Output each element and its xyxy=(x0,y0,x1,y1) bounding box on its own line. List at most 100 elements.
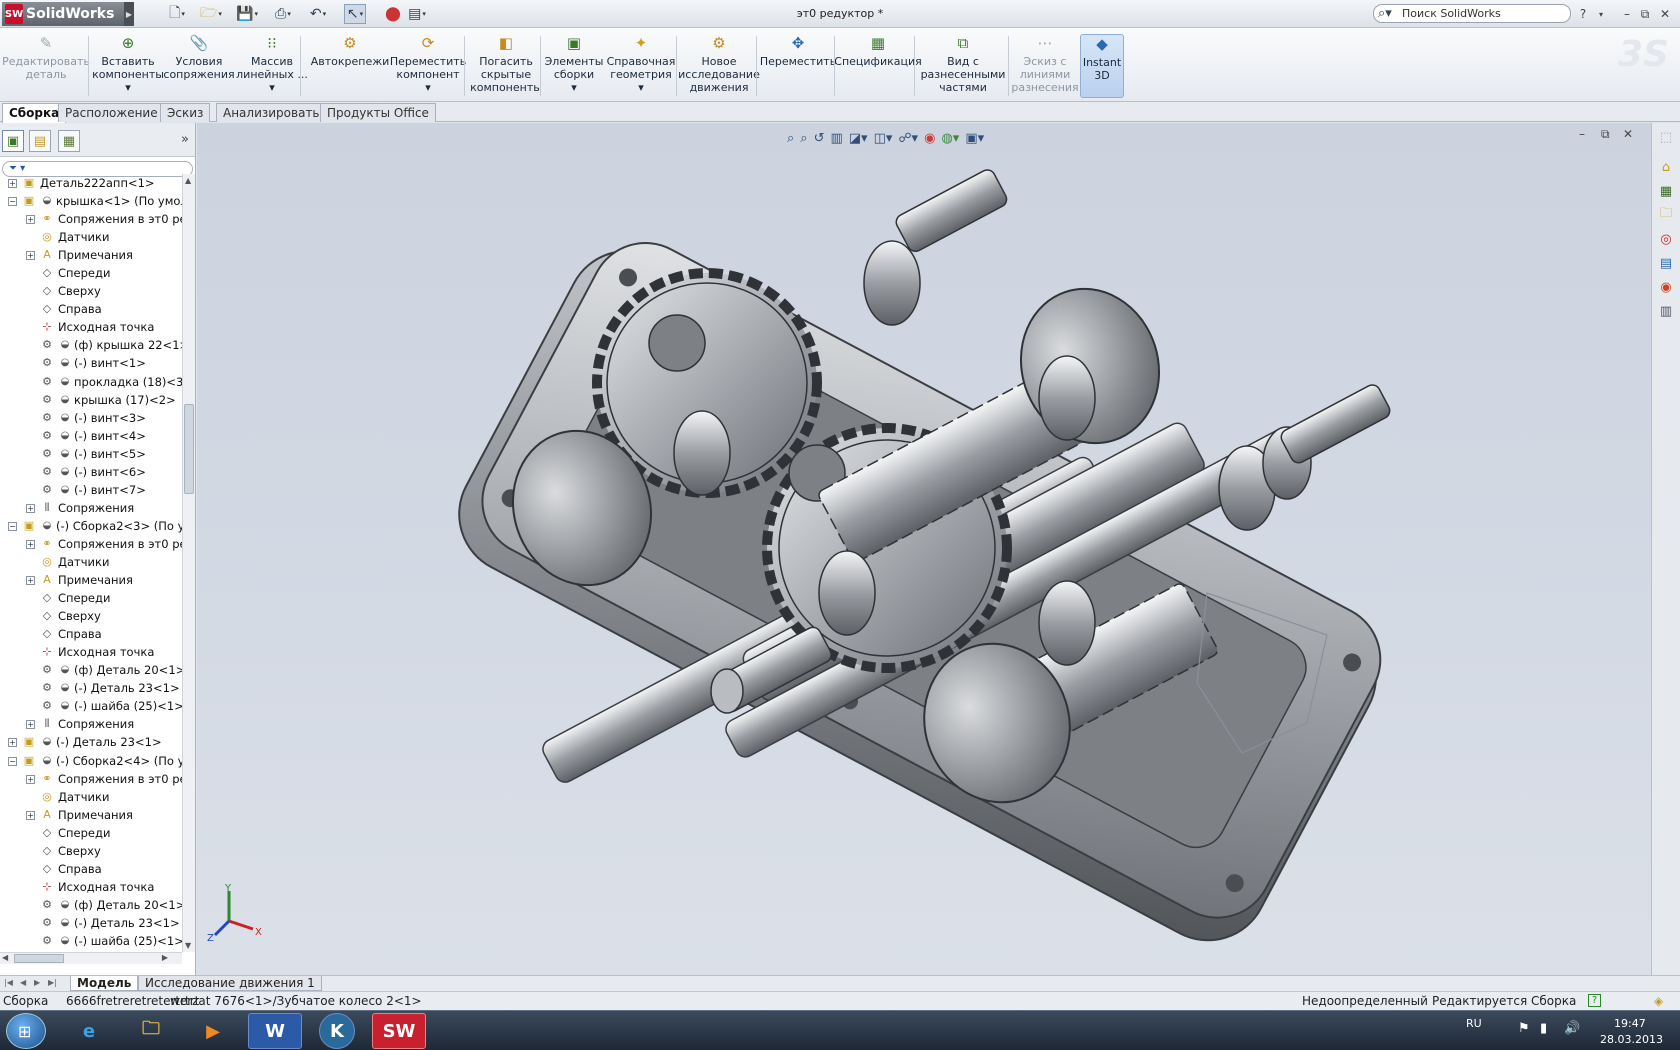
scroll-thumb[interactable] xyxy=(184,404,194,494)
tree-item[interactable]: ⚙ ◒ (-) Деталь 23<1> xyxy=(0,914,182,932)
next-tab-icon[interactable]: ▶ xyxy=(34,978,40,987)
tree-item[interactable]: ⊹ Исходная точка xyxy=(0,643,182,661)
tree-item[interactable]: + A Примечания xyxy=(0,246,182,264)
tab-4[interactable]: Продукты Office xyxy=(320,103,436,122)
help-dropdown-icon[interactable]: ▾ xyxy=(1592,5,1610,23)
exploded-view-button[interactable]: ⧉ Вид с разнесенными частями xyxy=(920,34,1006,98)
hscroll-thumb[interactable] xyxy=(14,954,64,963)
kompas-taskbar-icon[interactable]: K xyxy=(319,1013,355,1049)
scroll-right-icon[interactable]: ▶ xyxy=(162,953,168,962)
options-button[interactable]: ▤ ▾ xyxy=(406,4,428,24)
property-manager-tab[interactable]: ▤ xyxy=(29,130,51,152)
search-results-icon[interactable]: ◎ xyxy=(1655,229,1677,249)
feature-manager-tab[interactable]: ▣ xyxy=(2,130,24,152)
start-button[interactable]: ⊞ xyxy=(6,1013,46,1049)
gearbox-model[interactable] xyxy=(197,123,1651,975)
panel-expand-icon[interactable]: » xyxy=(181,132,189,147)
tree-item[interactable]: ⚙ ◒ (-) шайба (25)<1> xyxy=(0,932,182,950)
tree-item[interactable]: ◇ Спереди xyxy=(0,824,182,842)
tree-item[interactable]: ⊹ Исходная точка xyxy=(0,318,182,336)
select-button[interactable]: ↖ ▾ xyxy=(344,4,366,24)
tree-item[interactable]: ◇ Справа xyxy=(0,860,182,878)
tree-item[interactable]: ⚙ ◒ крышка (17)<2> xyxy=(0,391,182,409)
scroll-left-icon[interactable]: ◀ xyxy=(2,953,8,962)
action-center-icon[interactable]: ⚑ xyxy=(1518,1021,1530,1036)
tree-item[interactable]: + ⚭ Сопряжения в эт0 ред xyxy=(0,210,182,228)
tree-expand-icon[interactable]: + xyxy=(26,503,35,513)
tab-1[interactable]: Расположение xyxy=(58,103,165,122)
rebuild-button[interactable]: ⬤ xyxy=(382,4,404,24)
solidworks-menu-button[interactable]: SW SolidWorks ▶ xyxy=(2,2,134,26)
volume-icon[interactable]: 🔊 xyxy=(1564,1021,1580,1036)
tree-expand-icon[interactable]: + xyxy=(8,179,17,188)
prev-tab-icon[interactable]: ◀ xyxy=(20,978,26,987)
tree-item[interactable]: ◇ Сверху xyxy=(0,607,182,625)
clock-time[interactable]: 19:47 xyxy=(1614,1017,1646,1030)
tree-item[interactable]: + ⚭ Сопряжения в эт0 ред xyxy=(0,770,182,788)
tree-item[interactable]: ⚙ ◒ (-) винт<4> xyxy=(0,427,182,445)
tree-expand-icon[interactable]: + xyxy=(26,810,35,820)
tree-item[interactable]: − ▣ ◒ (-) Сборка2<4> (По ум xyxy=(0,752,182,770)
tree-item[interactable]: ⚙ ◒ (ф) Деталь 20<1> xyxy=(0,661,182,679)
linear-pattern-button[interactable]: ⁝⁝ Массив линейных ... ▾ xyxy=(236,34,308,98)
tree-item[interactable]: + ▣ ◒ (-) Деталь 23<1> xyxy=(0,733,182,751)
reference-geometry-button[interactable]: ✦ Справочная геометрия ▾ xyxy=(606,34,676,98)
tree-expand-icon[interactable]: + xyxy=(26,539,35,549)
word-taskbar-icon[interactable]: W xyxy=(248,1013,302,1049)
tree-item[interactable]: ◇ Спереди xyxy=(0,589,182,607)
media-player-taskbar-icon[interactable]: ▶ xyxy=(186,1013,240,1049)
tree-item[interactable]: ◎ Датчики xyxy=(0,788,182,806)
tree-expand-icon[interactable]: + xyxy=(26,576,35,586)
tree-item[interactable]: ⚙ ◒ прокладка (18)<3> xyxy=(0,373,182,391)
scroll-up-icon[interactable]: ▲ xyxy=(185,176,191,185)
tree-item[interactable]: ⚙ ◒ (-) винт<3> xyxy=(0,409,182,427)
internet-explorer-taskbar-icon[interactable]: e xyxy=(62,1013,116,1049)
tag-icon[interactable]: ◈ xyxy=(1654,992,1663,1010)
restore-icon[interactable]: ⧉ xyxy=(1636,5,1654,23)
configuration-manager-tab[interactable]: ▦ xyxy=(58,130,80,152)
custom-properties-icon[interactable]: ▥ xyxy=(1655,301,1677,321)
language-indicator[interactable]: RU xyxy=(1466,1017,1482,1030)
tab-motion-study[interactable]: Исследование движения 1 xyxy=(138,976,322,991)
close-icon[interactable]: ✕ xyxy=(1656,5,1674,23)
tree-item[interactable]: + ⚭ Сопряжения в эт0 ред xyxy=(0,535,182,553)
tree-vertical-scrollbar[interactable]: ▲ ▼ xyxy=(182,174,195,952)
tree-item[interactable]: + A Примечания xyxy=(0,571,182,589)
explorer-taskbar-icon[interactable]: 🗀 xyxy=(124,1013,178,1049)
file-explorer-icon[interactable]: 🗀 xyxy=(1655,205,1677,225)
first-tab-icon[interactable]: |◀ xyxy=(4,978,13,987)
tab-3[interactable]: Анализировать xyxy=(216,103,327,122)
new-motion-button[interactable]: ⚙ Новое исследование движения xyxy=(678,34,760,98)
edit-part-button[interactable]: ✎ Редактировать деталь xyxy=(2,34,90,98)
flyout-arrow-icon[interactable]: ▶ xyxy=(124,2,134,26)
help-status-icon[interactable]: ? xyxy=(1588,994,1601,1007)
tree-item[interactable]: + ⫴ Сопряжения xyxy=(0,499,182,517)
design-library-icon[interactable]: ▦ xyxy=(1655,181,1677,201)
tree-item[interactable]: ◇ Сверху xyxy=(0,282,182,300)
assembly-features-button[interactable]: ▣ Элементы сборки ▾ xyxy=(545,34,604,98)
tab-model[interactable]: Модель xyxy=(70,976,139,991)
tab-2[interactable]: Эскиз xyxy=(160,103,211,122)
tree-item[interactable]: ⚙ ◒ (-) винт<6> xyxy=(0,463,182,481)
clock-date[interactable]: 28.03.2013 xyxy=(1600,1033,1663,1046)
tree-item[interactable]: ⚙ ◒ (-) шайба (25)<1> xyxy=(0,697,182,715)
tree-item[interactable]: ⚙ ◒ (ф) Деталь 20<1> xyxy=(0,896,182,914)
tree-expand-icon[interactable]: − xyxy=(8,197,17,207)
mate-button[interactable]: 📎 Условия сопряжения xyxy=(163,34,234,98)
bom-button[interactable]: ▦ Спецификация xyxy=(834,34,921,98)
tree-expand-icon[interactable]: + xyxy=(8,738,17,748)
open-button[interactable]: 🗁 ▾ xyxy=(200,4,222,24)
task-pane-pin-icon[interactable]: ⬚ xyxy=(1655,127,1677,147)
tree-item[interactable]: + A Примечания xyxy=(0,806,182,824)
network-icon[interactable]: ▮ xyxy=(1540,1021,1547,1036)
tree-item[interactable]: − ▣ ◒ (-) Сборка2<3> (По ум xyxy=(0,517,182,535)
move-component-button[interactable]: ⟳ Переместить компонент ▾ xyxy=(390,34,466,98)
insert-components-button[interactable]: ⊕ Вставить компоненты ▾ xyxy=(92,34,164,98)
tree-item[interactable]: ◇ Сверху xyxy=(0,842,182,860)
tree-item[interactable]: ◇ Спереди xyxy=(0,264,182,282)
tree-expand-icon[interactable]: + xyxy=(26,774,35,784)
show-hidden-button[interactable]: ◧ Погасить скрытые компоненты xyxy=(470,34,542,98)
graphics-area[interactable]: ⌕ ⌕ ↺ ▥ ◪▾ ◫▾ ☍▾ ◉ ◍▾ ▣▾ – ⧉ ✕ Y X Z xyxy=(197,123,1651,975)
search-input[interactable]: ⌕▾ Поиск SolidWorks xyxy=(1373,4,1571,23)
tree-item[interactable]: ⚙ ◒ (-) винт<5> xyxy=(0,445,182,463)
